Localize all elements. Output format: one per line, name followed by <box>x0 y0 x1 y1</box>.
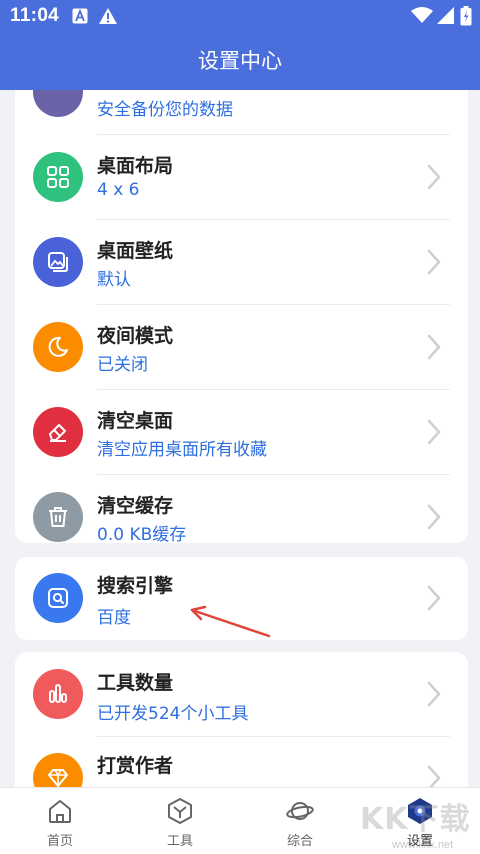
wallpaper-icon <box>33 237 83 287</box>
tab-label: 综合 <box>286 834 313 849</box>
row-title: 清空桌面 <box>97 410 174 432</box>
row-title: 桌面布局 <box>97 155 174 177</box>
tab-tools[interactable]: 工具 <box>120 788 240 854</box>
settings-row-clear-desktop[interactable]: 清空桌面 清空应用桌面所有收藏 <box>15 390 468 475</box>
settings-card-search: 搜索引擎 百度 <box>15 557 468 640</box>
diamond-icon <box>33 753 83 787</box>
row-subtitle: 清空应用桌面所有收藏 <box>97 440 267 460</box>
settings-row-backup[interactable]: 安全备份您的数据 <box>15 90 468 135</box>
chevron-right-icon <box>427 765 441 787</box>
settings-card-desktop: 安全备份您的数据 桌面布局 4 x 6 桌面壁纸 默认 夜间模式 已关闭 清空桌… <box>15 90 468 543</box>
row-subtitle: 默认 <box>97 270 131 290</box>
row-subtitle: 安全备份您的数据 <box>97 100 233 120</box>
status-time: 11:04 <box>10 5 60 26</box>
planet-icon <box>286 802 314 820</box>
tab-label: 首页 <box>46 834 73 849</box>
wifi-icon <box>411 7 433 28</box>
moon-icon <box>33 322 83 372</box>
row-title: 夜间模式 <box>97 325 174 347</box>
row-title: 打赏作者 <box>97 755 174 777</box>
app-bar: 设置中心 <box>0 32 480 90</box>
row-subtitle: 0.0 KB缓存 <box>97 525 187 543</box>
page-title: 设置中心 <box>198 49 282 73</box>
settings-row-search-engine[interactable]: 搜索引擎 百度 <box>15 557 468 640</box>
row-title: 搜索引擎 <box>97 575 174 597</box>
battery-icon <box>460 6 472 30</box>
chevron-right-icon <box>427 164 441 190</box>
settings-row-tool-count[interactable]: 工具数量 已开发524个小工具 <box>15 652 468 737</box>
row-title: 桌面壁纸 <box>97 240 174 262</box>
row-subtitle: 已开发524个小工具 <box>97 704 249 724</box>
bar-chart-icon <box>33 669 83 719</box>
search-icon <box>33 573 83 623</box>
settings-row-clear-cache[interactable]: 清空缓存 0.0 KB缓存 <box>15 475 468 543</box>
trash-icon <box>33 492 83 542</box>
tab-label: 工具 <box>166 834 193 849</box>
watermark: KK下载 <box>360 802 471 837</box>
row-title: 工具数量 <box>97 672 174 694</box>
settings-list[interactable]: 安全备份您的数据 桌面布局 4 x 6 桌面壁纸 默认 夜间模式 已关闭 清空桌… <box>0 90 480 787</box>
eraser-icon <box>33 407 83 457</box>
chevron-right-icon <box>427 585 441 611</box>
backup-icon <box>33 90 83 117</box>
settings-row-night-mode[interactable]: 夜间模式 已关闭 <box>15 305 468 390</box>
row-subtitle: 4 x 6 <box>97 180 140 200</box>
chevron-right-icon <box>427 334 441 360</box>
watermark-url: www.kkx.net <box>392 839 454 851</box>
settings-card-tools: 工具数量 已开发524个小工具 打赏作者 <box>15 652 468 787</box>
settings-row-wallpaper[interactable]: 桌面壁纸 默认 <box>15 220 468 305</box>
chevron-right-icon <box>427 504 441 530</box>
status-bar: 11:04 <box>0 0 480 32</box>
tab-home[interactable]: 首页 <box>0 788 120 854</box>
tab-general[interactable]: 综合 <box>240 788 360 854</box>
chevron-right-icon <box>427 249 441 275</box>
settings-row-reward-author[interactable]: 打赏作者 <box>15 737 468 787</box>
warning-icon <box>99 8 117 28</box>
notification-a-icon <box>72 8 88 28</box>
settings-row-layout[interactable]: 桌面布局 4 x 6 <box>15 135 468 220</box>
grid-icon <box>33 152 83 202</box>
row-subtitle: 已关闭 <box>97 355 148 375</box>
chevron-right-icon <box>427 681 441 707</box>
row-title: 清空缓存 <box>97 495 174 517</box>
signal-icon <box>437 7 455 28</box>
chevron-right-icon <box>427 419 441 445</box>
row-subtitle: 百度 <box>97 608 131 628</box>
cube-icon <box>168 798 192 824</box>
home-icon <box>49 800 71 823</box>
